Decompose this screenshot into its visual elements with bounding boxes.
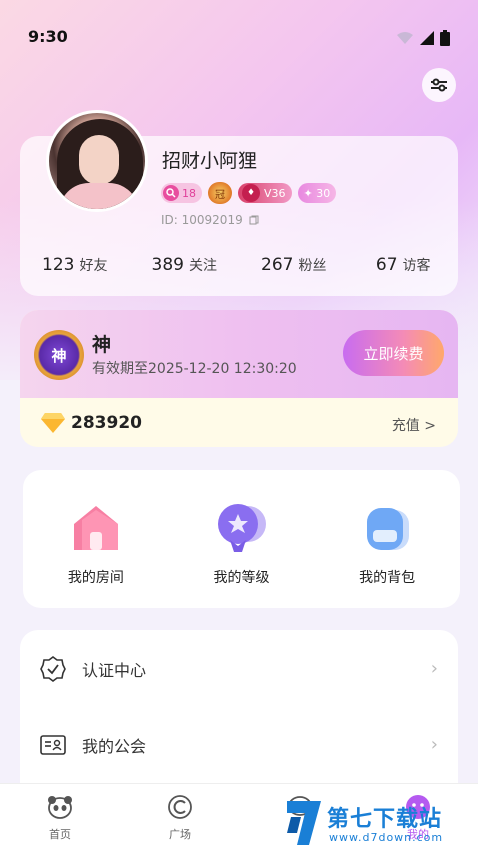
- vip-badge: ♦ V36: [238, 183, 292, 203]
- glory-badge: ✦ 30: [297, 183, 337, 203]
- diamond-icon: [41, 413, 65, 433]
- sliders-icon: [431, 78, 447, 92]
- tab-label: 广场: [169, 828, 191, 841]
- renew-button[interactable]: 立即续费: [343, 330, 444, 376]
- feature-my-level[interactable]: 我的等级: [169, 470, 315, 608]
- avatar[interactable]: [46, 110, 148, 212]
- menu-item-my-guild[interactable]: 我的公会 ›: [20, 706, 458, 782]
- verify-badge-icon: [40, 656, 66, 682]
- glory-badge-value: 30: [316, 186, 331, 200]
- settings-button[interactable]: [422, 68, 456, 102]
- watermark: 第七下载站 www.d7down.com: [283, 795, 478, 850]
- vip-rank-icon: 神: [34, 330, 84, 380]
- backpack-icon: [367, 508, 410, 550]
- menu-list: 认证中心 › 我的公会 ›: [20, 630, 458, 790]
- watermark-brand: 第七下载站: [327, 807, 443, 832]
- chevron-right-icon: ›: [430, 658, 438, 679]
- menu-label: 认证中心: [82, 661, 147, 680]
- feature-my-room[interactable]: 我的房间: [23, 470, 169, 608]
- feature-label: 我的背包: [359, 570, 416, 586]
- level-badge-value: 18: [182, 186, 196, 200]
- vip-badge-value: V36: [264, 186, 286, 200]
- house-icon: [73, 506, 118, 550]
- crown-badge-text: 冠: [215, 189, 225, 201]
- stat-num: 267: [261, 255, 294, 275]
- stat-label: 好友: [79, 258, 108, 274]
- battery-icon: [440, 30, 450, 46]
- heart-badge-icon: ♦: [242, 184, 260, 202]
- user-id-text: ID: 10092019: [161, 213, 243, 227]
- panda-icon: [48, 796, 72, 819]
- feature-label: 我的等级: [213, 570, 270, 586]
- stat-num: 123: [42, 255, 75, 275]
- guild-card-icon: [40, 735, 66, 755]
- signal-icon: [420, 31, 434, 45]
- stat-label: 访客: [402, 258, 431, 274]
- menu-label: 我的公会: [82, 737, 147, 756]
- stat-label: 粉丝: [298, 258, 327, 274]
- diamond-balance: 283920: [71, 413, 142, 433]
- wings-icon: ✦: [303, 186, 317, 200]
- vip-expiry: 有效期至2025-12-20 12:30:20: [92, 361, 297, 377]
- watermark-url: www.d7down.com: [329, 831, 444, 844]
- tab-square[interactable]: 广场: [120, 784, 240, 850]
- stats-row: 123 好友 389 关注 267 粉丝 67 访客: [20, 255, 458, 275]
- level-medal-icon: [217, 504, 266, 552]
- stat-following[interactable]: 389 关注: [130, 255, 240, 275]
- copy-icon[interactable]: [249, 215, 259, 225]
- level-badge: 18: [161, 183, 202, 203]
- search-level-icon: [163, 185, 179, 201]
- crown-badge: 冠: [208, 182, 232, 204]
- system-icons: [396, 30, 450, 46]
- stat-num: 67: [375, 255, 398, 275]
- menu-item-verify-center[interactable]: 认证中心 ›: [20, 630, 458, 706]
- stat-num: 389: [151, 255, 184, 275]
- feature-grid: 我的房间 我的等级 我的背包: [23, 470, 460, 608]
- tab-home[interactable]: 首页: [0, 784, 120, 850]
- user-badges: 18 冠 ♦ V36 ✦ 30: [161, 182, 337, 204]
- watermark-logo-icon: [287, 801, 321, 845]
- stat-visitors[interactable]: 67 访客: [349, 255, 459, 275]
- stat-fans[interactable]: 267 粉丝: [239, 255, 349, 275]
- user-id: ID: 10092019: [161, 213, 259, 227]
- chevron-right-icon: ›: [430, 734, 438, 755]
- wifi-icon: [397, 32, 413, 44]
- feature-label: 我的房间: [67, 570, 124, 586]
- tab-label: 首页: [49, 828, 71, 841]
- status-bar: 9:30: [0, 0, 478, 72]
- recharge-link[interactable]: 充值 >: [392, 415, 436, 435]
- status-time: 9:30: [28, 27, 68, 46]
- vip-title: 神: [92, 334, 112, 356]
- feature-my-backpack[interactable]: 我的背包: [314, 470, 460, 608]
- stat-friends[interactable]: 123 好友: [20, 255, 130, 275]
- vip-card: 神 神 有效期至2025-12-20 12:30:20 立即续费 283920 …: [20, 310, 458, 447]
- square-icon: [168, 795, 192, 819]
- stat-label: 关注: [188, 258, 217, 274]
- username: 招财小阿狸: [162, 150, 258, 172]
- vip-rank-icon-text: 神: [51, 346, 67, 365]
